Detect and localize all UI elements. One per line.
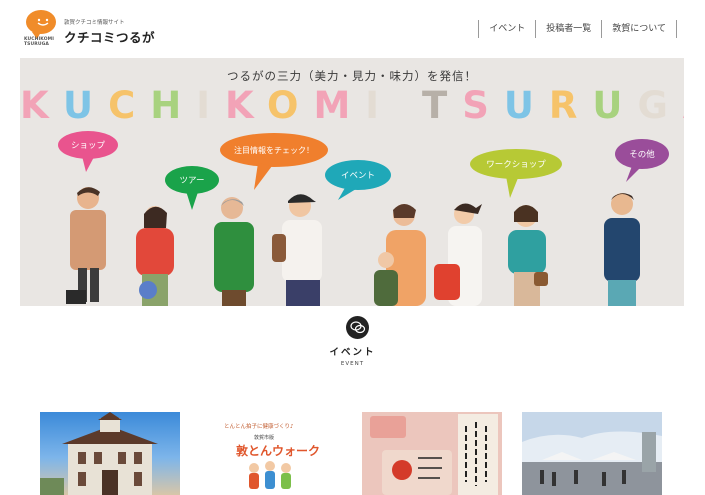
bubble-notice (220, 133, 328, 190)
nav-item-event[interactable]: イベント (478, 20, 535, 38)
bubble-shop-label: ショップ (71, 141, 106, 151)
card-walk-event[interactable]: とんとん拍子に健康づくり♪ 敦賀市版 敦とんウォーク (202, 412, 342, 495)
bubble-tour-label: ツアー (180, 176, 205, 186)
nav-item-about-tsuruga[interactable]: 敦賀について (601, 20, 677, 38)
category-bubbles: ショップ ツアー 注目情報をチェック！ イベント ワークショップ その他 (58, 131, 669, 210)
western-building-photo (40, 412, 158, 495)
card-outdoor-event[interactable] (522, 412, 662, 495)
card-western-building[interactable] (40, 412, 180, 495)
site-subtitle: 敦賀クチコミ情報サイト (64, 20, 125, 26)
section-subtitle: EVENT (340, 361, 365, 367)
main-nav: イベント 投稿者一覧 敦賀について (478, 20, 677, 38)
handwriting-cards-photo (362, 412, 502, 495)
walkers-illustration (249, 461, 291, 489)
outdoor-event-photo (522, 412, 662, 495)
site-header: KUCHIKOMI TSURUGA 敦賀クチコミ情報サイト クチコミつるが イベ… (0, 0, 705, 58)
hero-banner: つるがの三力（美力・見力・味力）を発信！ KUCHIKOMI TSURUGA (20, 58, 684, 306)
bubble-other-label: その他 (629, 149, 655, 160)
bubble-event-label: イベント (341, 171, 375, 181)
logo-text: KUCHIKOMI TSURUGA (24, 37, 54, 47)
bubble-other (615, 139, 669, 182)
bubble-shop (58, 131, 118, 172)
chat-bubbles-icon (346, 316, 369, 339)
site-logo[interactable]: KUCHIKOMI TSURUGA (24, 10, 60, 50)
bubble-workshop-label: ワークショップ (486, 160, 546, 170)
bubble-tour (165, 166, 219, 210)
logo-speech-bubble-icon (26, 10, 56, 39)
section-title: イベント (329, 347, 376, 358)
site-title[interactable]: クチコミつるが (64, 27, 155, 46)
bubble-notice-label: 注目情報をチェック！ (234, 145, 314, 155)
bubble-workshop (470, 149, 562, 198)
logo-face-icon (37, 18, 49, 26)
nav-item-contributors[interactable]: 投稿者一覧 (535, 20, 601, 38)
card-handwriting[interactable] (362, 412, 502, 495)
